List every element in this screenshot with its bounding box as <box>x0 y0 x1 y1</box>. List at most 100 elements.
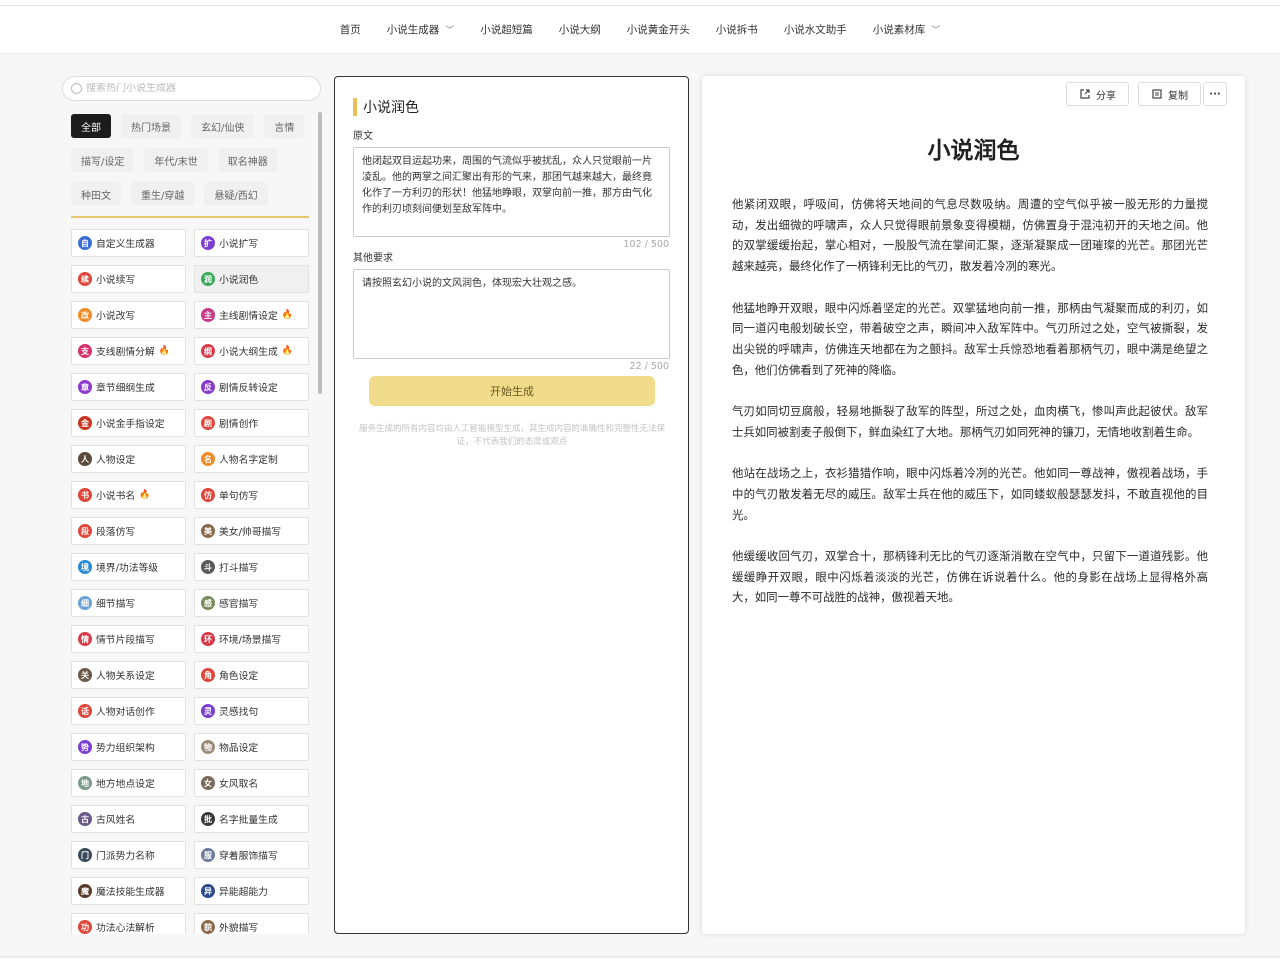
tool-item[interactable]: 批名字批量生成 <box>194 805 309 833</box>
search-icon <box>71 83 82 94</box>
category-divider <box>71 216 309 218</box>
tool-item[interactable]: 角角色设定 <box>194 661 309 689</box>
sidebar: 全部热门场景玄幻/仙侠言情描写/设定年代/末世取名神器种田文重生/穿越悬疑/西幻… <box>62 76 324 934</box>
nav-item[interactable]: 小说大纲 <box>546 22 614 37</box>
tool-item[interactable]: 物物品设定 <box>194 733 309 761</box>
tool-item[interactable]: 灵灵感找句 <box>194 697 309 725</box>
tool-item[interactable]: 段段落仿写 <box>71 517 186 545</box>
tool-icon: 剧 <box>201 416 215 430</box>
generate-button[interactable]: 开始生成 <box>369 376 655 406</box>
original-label: 原文 <box>353 131 373 142</box>
tool-icon: 灵 <box>201 704 215 718</box>
tool-item[interactable]: 门门派势力名称 <box>71 841 186 869</box>
nav-item[interactable]: 首页 <box>327 22 374 37</box>
copy-button[interactable]: 复制 <box>1138 82 1201 106</box>
tool-item[interactable]: 魔魔法技能生成器 <box>71 877 186 905</box>
tool-item[interactable]: 地地方地点设定 <box>71 769 186 797</box>
sidebar-scrollbar[interactable] <box>318 112 322 394</box>
tool-item[interactable]: 感感官描写 <box>194 589 309 617</box>
tool-icon: 人 <box>78 452 92 466</box>
tool-item[interactable]: 书小说书名 🔥 <box>71 481 186 509</box>
tool-item[interactable]: 人人物设定 <box>71 445 186 473</box>
editor-title: 小说润色 <box>353 97 419 117</box>
category-chip[interactable]: 玄幻/仙侠 <box>191 114 255 138</box>
category-chip[interactable]: 描写/设定 <box>71 148 135 172</box>
tool-item[interactable]: 章章节细纲生成 <box>71 373 186 401</box>
tool-item[interactable]: 润小说润色 <box>194 265 309 293</box>
tool-item[interactable]: 支支线剧情分解 🔥 <box>71 337 186 365</box>
nav-item[interactable]: 小说素材库 ﹀ <box>860 22 954 37</box>
category-chip[interactable]: 取名神器 <box>217 148 278 172</box>
tool-label: 境界/功法等级 <box>96 563 159 574</box>
tool-label: 剧情创作 <box>219 419 259 430</box>
tool-item[interactable]: 情情节片段描写 <box>71 625 186 653</box>
original-textarea[interactable]: 他闭起双目运起功来，周围的气流似乎被扰乱，众人只觉眼前一片凌乱。他的两掌之间汇聚… <box>353 147 670 237</box>
tool-icon: 物 <box>201 740 215 754</box>
category-chip[interactable]: 年代/末世 <box>144 148 208 172</box>
nav-item[interactable]: 小说超短篇 <box>467 22 546 37</box>
category-chip[interactable]: 种田文 <box>71 182 121 206</box>
tool-item[interactable]: 势势力组织架构 <box>71 733 186 761</box>
tool-item[interactable]: 服穿着服饰描写 <box>194 841 309 869</box>
tool-item[interactable]: 纲小说大纲生成 🔥 <box>194 337 309 365</box>
tool-item[interactable]: 剧剧情创作 <box>194 409 309 437</box>
fire-icon: 🔥 <box>281 346 293 356</box>
tool-icon: 改 <box>78 308 92 322</box>
nav-item[interactable]: 小说黄金开头 <box>614 22 703 37</box>
tool-item[interactable]: 美美女/帅哥描写 <box>194 517 309 545</box>
tool-label: 女风取名 <box>219 779 259 790</box>
tool-item[interactable]: 话人物对话创作 <box>71 697 186 725</box>
tool-item[interactable]: 改小说改写 <box>71 301 186 329</box>
tool-item[interactable]: 细细节描写 <box>71 589 186 617</box>
tool-icon: 斗 <box>201 560 215 574</box>
tool-item[interactable]: 扩小说扩写 <box>194 229 309 257</box>
category-row: 全部 热门场景 玄幻/仙侠 言情 <box>71 114 311 138</box>
tool-label: 功法心法解析 <box>96 923 155 934</box>
tool-icon: 扩 <box>201 236 215 250</box>
tool-item[interactable]: 功功法心法解析 <box>71 913 186 934</box>
category-chip[interactable]: 言情 <box>264 114 305 138</box>
tool-icon: 异 <box>201 884 215 898</box>
tool-label: 小说扩写 <box>219 239 259 250</box>
tool-item[interactable]: 斗打斗描写 <box>194 553 309 581</box>
tool-item[interactable]: 反剧情反转设定 <box>194 373 309 401</box>
tool-item[interactable]: 关人物关系设定 <box>71 661 186 689</box>
tool-item[interactable]: 环环境/场景描写 <box>194 625 309 653</box>
fire-icon: 🔥 <box>281 310 293 320</box>
category-row: 描写/设定 年代/末世 取名神器 <box>71 148 311 172</box>
tool-label: 人物对话创作 <box>96 707 155 718</box>
nav-item[interactable]: 小说水文助手 <box>771 22 860 37</box>
category-chip[interactable]: 全部 <box>71 114 111 138</box>
tool-item[interactable]: 异异能超能力 <box>194 877 309 905</box>
tool-item[interactable]: 续小说续写 <box>71 265 186 293</box>
tool-item[interactable]: 名人物名字定制 <box>194 445 309 473</box>
category-chip[interactable]: 热门场景 <box>121 114 181 138</box>
requirements-textarea[interactable]: 请按照玄幻小说的文风润色，体现宏大壮观之感。 <box>353 269 670 359</box>
category-chip[interactable]: 悬疑/西幻 <box>204 182 268 206</box>
tool-label: 外貌描写 <box>219 923 259 934</box>
search-box[interactable] <box>62 76 321 101</box>
tool-item[interactable]: 古古风姓名 <box>71 805 186 833</box>
tool-label: 异能超能力 <box>219 887 268 898</box>
tool-label: 主线剧情设定 <box>219 311 278 322</box>
tool-item[interactable]: 金小说金手指设定 <box>71 409 186 437</box>
tool-item[interactable]: 女女风取名 <box>194 769 309 797</box>
tool-icon: 纲 <box>201 344 215 358</box>
tool-label: 门派势力名称 <box>96 851 155 862</box>
search-input[interactable] <box>86 83 306 94</box>
tool-item[interactable]: 貌外貌描写 <box>194 913 309 934</box>
share-button[interactable]: 分享 <box>1066 82 1129 106</box>
result-paragraph: 他紧闭双眼，呼吸间，仿佛将天地间的气息尽数吸纳。周遭的空气似乎被一股无形的力量搅… <box>732 197 1208 274</box>
tool-item[interactable]: 境境界/功法等级 <box>71 553 186 581</box>
tool-item[interactable]: 主主线剧情设定 🔥 <box>194 301 309 329</box>
nav-item[interactable]: 小说拆书 <box>703 22 771 37</box>
editor-panel: 小说润色 原文 他闭起双目运起功来，周围的气流似乎被扰乱，众人只觉眼前一片凌乱。… <box>334 76 689 934</box>
tool-icon: 关 <box>78 668 92 682</box>
category-chip[interactable]: 重生/穿越 <box>131 182 195 206</box>
more-button[interactable]: ··· <box>1203 82 1227 106</box>
nav-item[interactable]: 小说生成器 ﹀ <box>374 22 468 37</box>
tool-label: 打斗描写 <box>219 563 259 574</box>
tool-icon: 美 <box>201 524 215 538</box>
tool-item[interactable]: 自自定义生成器 <box>71 229 186 257</box>
tool-item[interactable]: 仿单句仿写 <box>194 481 309 509</box>
